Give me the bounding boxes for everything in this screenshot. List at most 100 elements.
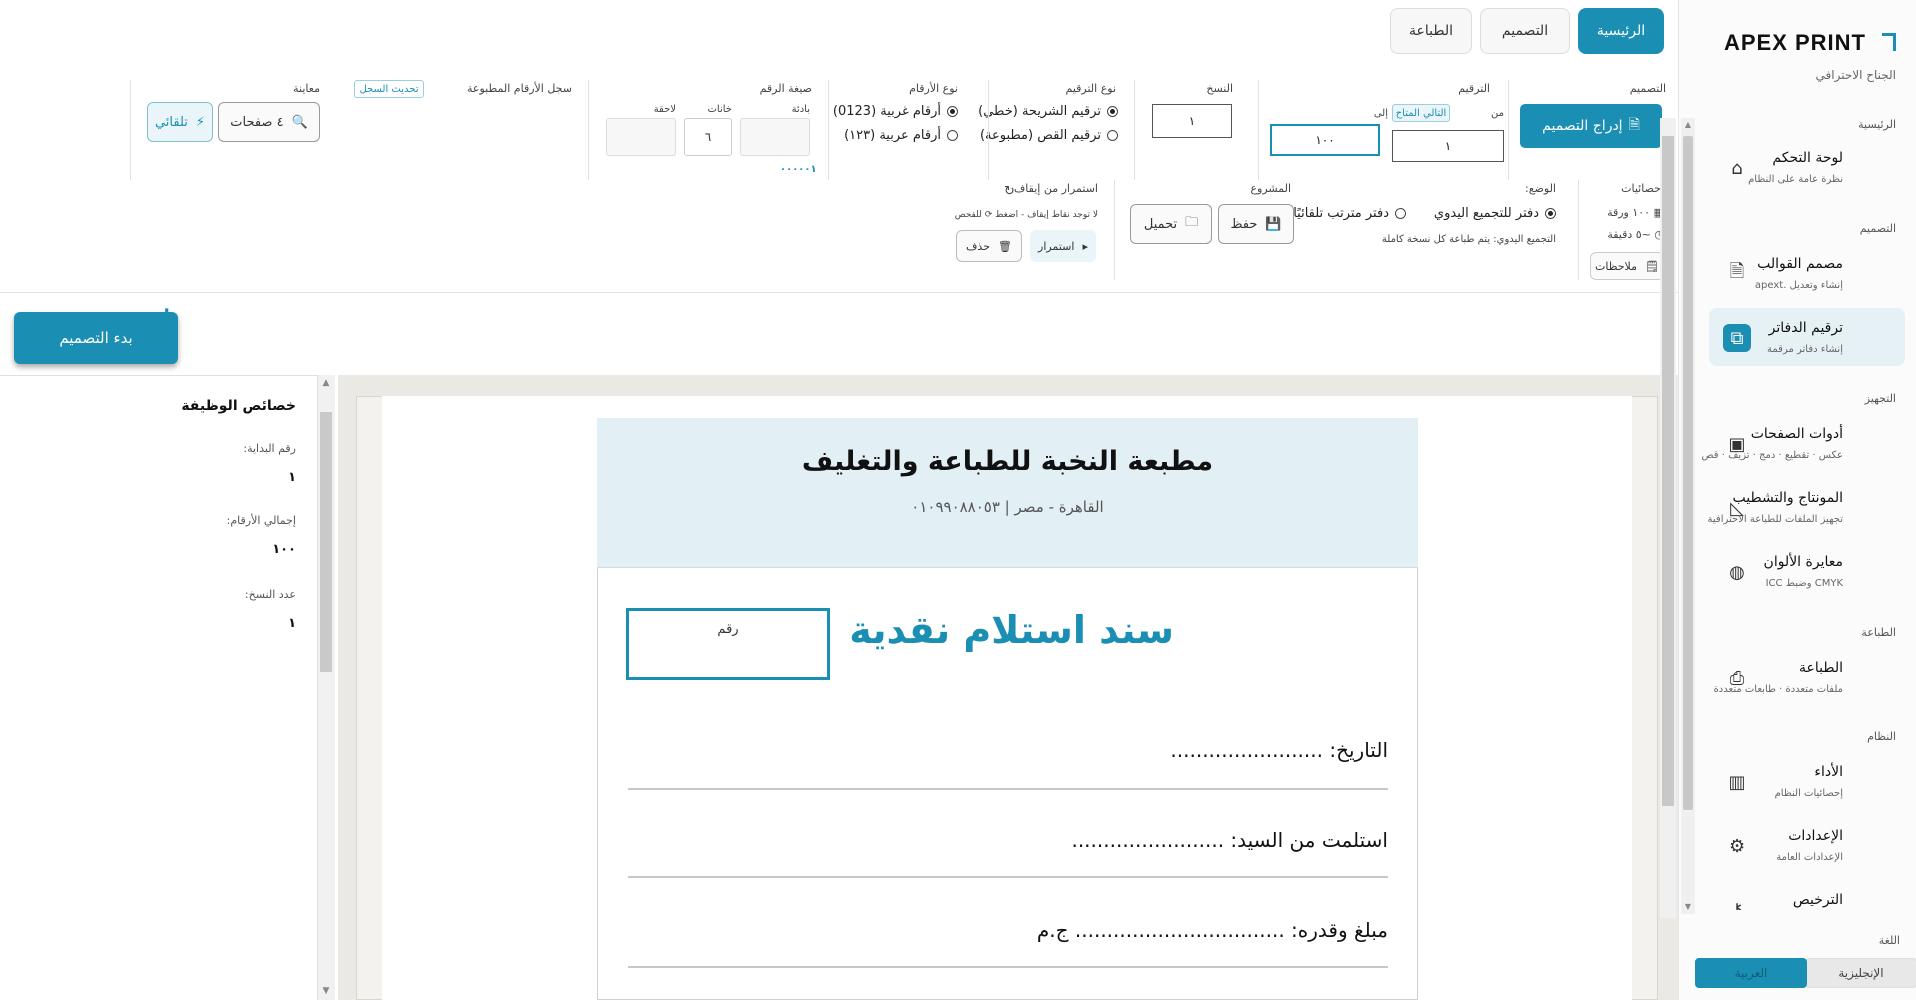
load-project-button[interactable]: 🗀 تحميل xyxy=(1130,204,1212,244)
mode-group-label: الوضع: xyxy=(1525,182,1556,195)
lightning-icon: ⚡ xyxy=(195,114,206,130)
format-preview: ٠٠٠٠٠١ xyxy=(780,164,817,175)
notes-label: ملاحظات xyxy=(1595,259,1638,273)
auto-collate-radio[interactable]: دفتر مترتب تلقائيًا xyxy=(1293,206,1406,221)
resume-note: لا توجد نقاط إيقاف - اضغط ⟳ للفحص xyxy=(954,210,1098,220)
file-icon: 🗎 xyxy=(1628,117,1640,133)
sidebar-item-label: مصمم القوالب xyxy=(1757,256,1843,272)
properties-scroll-thumb[interactable] xyxy=(320,412,332,672)
insert-design-button[interactable]: 🗎 إدراج التصميم xyxy=(1520,104,1662,148)
divider xyxy=(1114,180,1115,280)
copies-input[interactable]: ١ xyxy=(1152,104,1232,138)
number-format-group-label: صيغة الرقم xyxy=(759,82,812,95)
from-label: من xyxy=(1491,108,1504,119)
sidebar-item-template-designer[interactable]: 🗎 مصمم القوالب إنشاء وتعديل .apext xyxy=(1709,244,1905,302)
suffix-label: لاحقة xyxy=(653,104,676,115)
amount-field: مبلغ وقدره: ............................… xyxy=(1036,918,1388,942)
sidebar-scroll-down-icon[interactable]: ▼ xyxy=(1683,902,1693,912)
sidebar-item-label: معايرة الألوان xyxy=(1763,554,1843,570)
design-group-label: التصميم xyxy=(1629,82,1666,95)
sidebar-item-desc: عكس · تقطيع · دمج · تزيف · قص xyxy=(1701,450,1844,461)
prefix-input[interactable] xyxy=(740,118,810,156)
stat-sheets-value: ١٠٠ ورقة xyxy=(1607,206,1651,219)
language-english-button[interactable]: الإنجليزية xyxy=(1805,958,1916,988)
save-icon: 💾 xyxy=(1265,216,1282,232)
resume-group-label: استمرار من إيقاف xyxy=(1013,182,1098,195)
section-system: النظام xyxy=(1867,730,1896,743)
suffix-input[interactable] xyxy=(606,118,676,156)
company-name: مطبعة النخبة للطباعة والتغليف xyxy=(801,446,1214,477)
sidebar-item-printing[interactable]: ⎙ الطباعة ملفات متعددة · طابعات متعددة xyxy=(1709,648,1905,706)
sidebar-item-color-calibration[interactable]: ◍ معايرة الألوان CMYK وضبط ICC xyxy=(1709,542,1905,600)
sidebar-item-desc: الإعدادات العامة xyxy=(1776,852,1843,863)
preview-pages-button[interactable]: 🔍 ٤ صفحات xyxy=(218,102,320,142)
prefix-label: بادئة xyxy=(791,104,810,115)
brand-name: APEX PRINT xyxy=(1723,30,1866,55)
tab-design[interactable]: التصميم xyxy=(1480,8,1570,54)
sidebar-item-desc: CMYK وضبط ICC xyxy=(1765,578,1843,589)
tab-home[interactable]: الرئيسية xyxy=(1578,8,1664,54)
copy-icon: ⧉ xyxy=(1723,324,1751,352)
job-properties-panel xyxy=(0,375,318,1000)
from-input[interactable]: ١ xyxy=(1392,130,1504,162)
sidebar-item-settings[interactable]: ⚙ الإعدادات الإعدادات العامة xyxy=(1709,816,1905,874)
divider xyxy=(828,80,829,180)
delete-button[interactable]: 🗑 حذف xyxy=(956,230,1022,262)
properties-scroll-up-icon[interactable]: ▲ xyxy=(320,378,332,388)
continue-button[interactable]: ▸ استمرار xyxy=(1030,230,1096,262)
sidebar-item-dashboard[interactable]: ⌂ لوحة التحكم نظرة عامة على النظام xyxy=(1709,138,1905,196)
start-number-value: ١ xyxy=(288,470,296,485)
western-digits-radio[interactable]: أرقام غربية (0123) xyxy=(833,104,958,119)
digits-input[interactable]: ٦ xyxy=(684,118,732,156)
trash-icon: 🗑 xyxy=(998,239,1012,253)
sidebar-scroll-thumb[interactable] xyxy=(1683,136,1693,810)
refresh-icon[interactable]: ↻ xyxy=(1004,184,1015,199)
sidebar-item-performance[interactable]: ▥ الأداء إحصائيات النظام xyxy=(1709,752,1905,810)
radio-selected-icon xyxy=(1107,106,1118,117)
radio-unselected-icon xyxy=(947,130,958,141)
auto-label: تلقائي xyxy=(154,114,188,130)
field-divider xyxy=(628,876,1388,878)
sidebar-item-license[interactable]: ⚷ الترخيص xyxy=(1709,880,1905,910)
copies-count-value: ١ xyxy=(288,616,296,631)
sidebar-item-book-numbering[interactable]: ⧉ ترقيم الدفاتر إنشاء دفاتر مرقمة xyxy=(1709,308,1905,366)
puzzle-icon: ✚ xyxy=(160,305,174,324)
radio-selected-icon xyxy=(1545,208,1556,219)
sidebar-item-imposition[interactable]: ◺ المونتاج والتشطيب تجهيز الملفات للطباع… xyxy=(1708,478,1905,536)
printed-log-group-label: سجل الأرقام المطبوعة xyxy=(467,82,572,95)
to-input[interactable]: ١٠٠ xyxy=(1270,124,1380,156)
sidebar: ▲ ▼ APEX PRINT الجناح الاحترافي الرئيسية… xyxy=(1678,0,1916,1000)
properties-scroll-down-icon[interactable]: ▼ xyxy=(320,986,332,996)
tab-print[interactable]: الطباعة xyxy=(1390,8,1472,54)
receipt-header xyxy=(597,418,1418,568)
sidebar-item-label: أدوات الصفحات xyxy=(1750,426,1843,442)
language-arabic-button[interactable]: العربية xyxy=(1695,958,1807,988)
sidebar-item-label: الطباعة xyxy=(1799,660,1843,676)
save-project-button[interactable]: 💾 حفظ xyxy=(1218,204,1294,244)
continue-label: استمرار xyxy=(1038,239,1075,253)
radio-unselected-icon xyxy=(1107,130,1118,141)
sidebar-item-label: لوحة التحكم xyxy=(1772,150,1843,166)
sidebar-item-label: الترخيص xyxy=(1792,892,1843,908)
sidebar-item-page-tools[interactable]: ▣ أدوات الصفحات عكس · تقطيع · دمج · تزيف… xyxy=(1702,414,1905,472)
canvas-scroll-thumb[interactable] xyxy=(1662,136,1674,806)
strip-numbering-label: ترقيم الشريحة (خطي) xyxy=(978,104,1101,119)
auto-preview-button[interactable]: ⚡ تلقائي xyxy=(147,102,213,142)
manual-collate-radio[interactable]: دفتر للتجميع اليدوي xyxy=(1434,206,1556,221)
field-divider xyxy=(628,966,1388,968)
refresh-log-button[interactable]: تحديث السجل xyxy=(354,80,424,98)
radio-selected-icon xyxy=(947,106,958,117)
strip-numbering-radio[interactable]: ترقيم الشريحة (خطي) xyxy=(978,104,1118,119)
arabic-digits-radio[interactable]: أرقام عربية (١٢٣) xyxy=(844,128,958,143)
sidebar-item-label: ترقيم الدفاتر xyxy=(1768,320,1843,336)
next-available-button[interactable]: التالي المتاح xyxy=(1392,104,1450,122)
section-design: التصميم xyxy=(1859,222,1896,235)
cut-numbering-radio[interactable]: ترقيم القص (مطبوعة) xyxy=(980,128,1118,143)
load-label: تحميل xyxy=(1143,216,1178,232)
sidebar-scroll-up-icon[interactable]: ▲ xyxy=(1683,120,1693,130)
numbering-group-label: الترقيم xyxy=(1458,82,1490,95)
number-box[interactable] xyxy=(626,608,830,680)
notes-button[interactable]: 🗒 ملاحظات xyxy=(1590,252,1664,280)
start-design-button[interactable]: بدء التصميم xyxy=(14,312,178,364)
start-number-label: رقم البداية: xyxy=(243,442,296,455)
